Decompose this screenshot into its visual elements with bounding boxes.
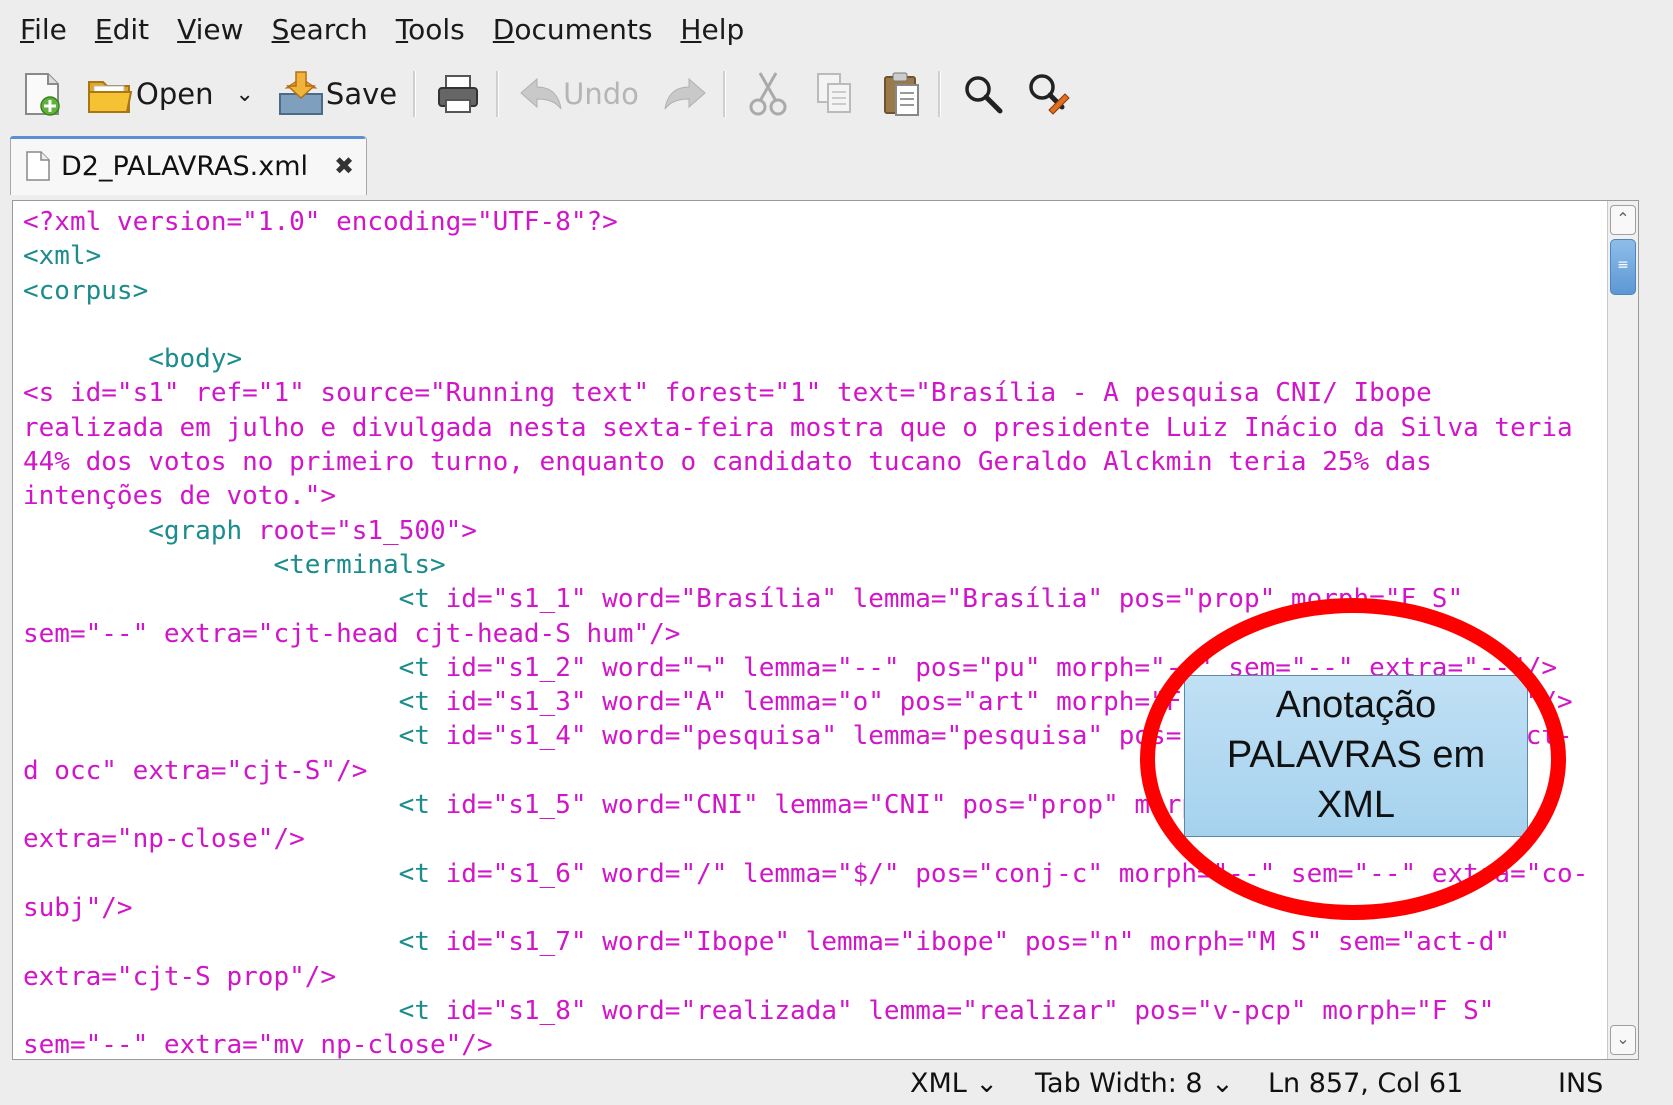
undo-button[interactable]: Undo xyxy=(519,66,639,122)
code-line: intenções de voto."> xyxy=(23,481,337,512)
code-line: realizada em julho e divulgada nesta sex… xyxy=(23,412,1573,443)
language-selector[interactable]: XML ⌄ xyxy=(910,1068,998,1099)
find-button[interactable] xyxy=(963,66,1003,122)
tab-title: D2_PALAVRAS.xml xyxy=(61,150,309,182)
document-icon xyxy=(26,151,50,181)
menu-tools[interactable]: Tools xyxy=(396,13,465,46)
code-line: <corpus> xyxy=(23,275,149,306)
toolbar: Open ⌄ Save Undo xyxy=(0,62,1673,126)
redo-button[interactable] xyxy=(663,66,707,122)
menu-file[interactable]: File xyxy=(20,13,67,46)
code-line: extra="cjt-S prop"/> xyxy=(23,961,337,992)
scroll-down-icon[interactable]: ⌄ xyxy=(1610,1025,1636,1055)
find-replace-button[interactable] xyxy=(1027,66,1071,122)
tab-d2-palavras[interactable]: D2_PALAVRAS.xml ✖ xyxy=(10,136,367,195)
toolbar-separator xyxy=(722,71,726,117)
new-button[interactable] xyxy=(20,66,64,122)
tab-width-selector[interactable]: Tab Width: 8 ⌄ xyxy=(1035,1068,1234,1099)
code-line: 44% dos votos no primeiro turno, enquant… xyxy=(23,447,1432,478)
save-icon xyxy=(278,71,323,115)
clipboard-icon xyxy=(883,72,919,116)
new-document-icon xyxy=(25,73,60,116)
toolbar-separator xyxy=(413,71,417,117)
code-line: <xml> xyxy=(23,241,102,272)
open-button[interactable]: Open ⌄ xyxy=(86,66,254,122)
code-line: <t id="s1_8" word="realizada" lemma="rea… xyxy=(23,995,1495,1026)
menu-edit[interactable]: Edit xyxy=(95,13,149,46)
cursor-position: Ln 857, Col 61 xyxy=(1268,1068,1464,1099)
folder-open-icon xyxy=(88,81,133,113)
code-line: sem="--" extra="mv np-close"/> xyxy=(23,1030,493,1060)
close-tab-icon[interactable]: ✖ xyxy=(334,152,354,180)
menu-search[interactable]: Search xyxy=(272,13,368,46)
scroll-up-icon[interactable]: ⌃ xyxy=(1610,205,1636,235)
search-icon xyxy=(965,76,1003,114)
open-label: Open xyxy=(136,77,214,111)
scissors-icon xyxy=(749,72,787,116)
redo-icon xyxy=(664,77,706,110)
copy-icon xyxy=(816,73,851,113)
paste-button[interactable] xyxy=(882,66,922,122)
copy-button[interactable] xyxy=(816,66,854,122)
code-line: <s id="s1" ref="1" source="Running text"… xyxy=(23,378,1432,409)
menu-bar: File Edit View Search Tools Documents Help xyxy=(0,0,1673,58)
save-label: Save xyxy=(325,77,398,111)
find-replace-icon xyxy=(1029,74,1070,115)
cut-button[interactable] xyxy=(748,66,788,122)
code-line: <body> xyxy=(23,344,243,375)
print-button[interactable] xyxy=(436,66,480,122)
vertical-scrollbar[interactable]: ⌃ ≡ ⌄ xyxy=(1607,201,1638,1059)
insert-mode: INS xyxy=(1558,1068,1604,1099)
status-bar: XML ⌄ Tab Width: 8 ⌄ Ln 857, Col 61 INS xyxy=(0,1060,1673,1105)
printer-icon xyxy=(438,75,479,113)
toolbar-separator xyxy=(937,71,941,117)
save-button[interactable]: Save xyxy=(278,66,397,122)
code-line: <t id="s1_7" word="Ibope" lemma="ibope" … xyxy=(23,927,1511,958)
menu-help[interactable]: Help xyxy=(680,13,744,46)
undo-icon xyxy=(520,77,562,110)
code-line: <?xml version="1.0" encoding="UTF-8"?> xyxy=(23,207,618,237)
code-line: <terminals> xyxy=(23,549,446,580)
undo-label: Undo xyxy=(563,77,639,111)
menu-documents[interactable]: Documents xyxy=(493,13,653,46)
chevron-down-icon[interactable]: ⌄ xyxy=(235,82,253,107)
menu-view[interactable]: View xyxy=(177,13,243,46)
tab-active-indicator xyxy=(10,136,365,139)
highlight-ellipse xyxy=(1140,598,1566,920)
code-line: <graph root="s1_500"> xyxy=(23,515,477,546)
toolbar-separator xyxy=(496,71,500,117)
scroll-thumb[interactable]: ≡ xyxy=(1610,239,1636,295)
